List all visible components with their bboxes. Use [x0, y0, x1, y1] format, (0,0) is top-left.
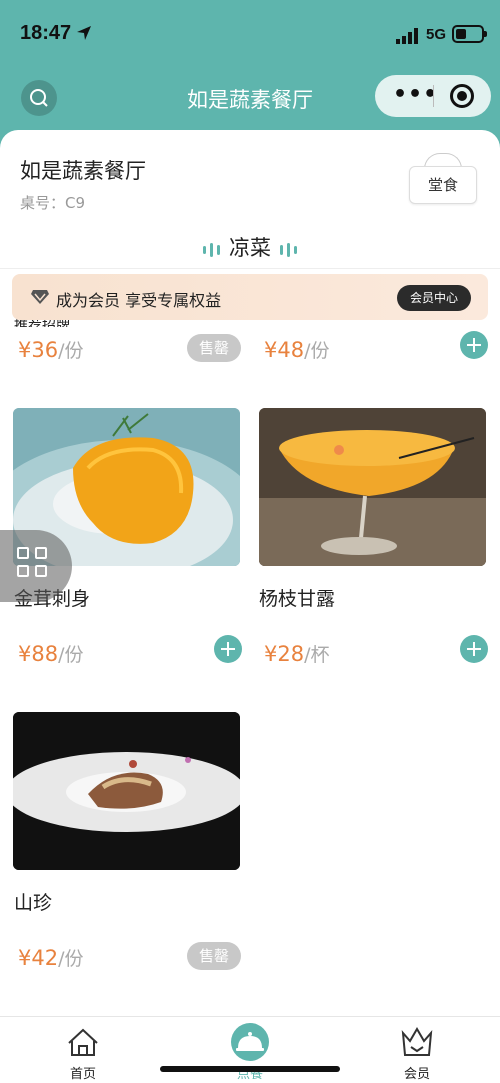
grid-icon	[35, 547, 47, 559]
soldout-badge: 售罄	[187, 334, 241, 362]
mountain-delicacy-photo	[13, 712, 240, 870]
add-to-cart-button[interactable]	[460, 331, 488, 359]
status-time: 18:47	[20, 22, 72, 44]
tab-label: 会员	[403, 1067, 430, 1082]
dish-image[interactable]	[13, 712, 240, 870]
status-bar: 18:47 5G	[0, 0, 500, 70]
more-dots-icon[interactable]: •••	[393, 84, 438, 106]
signal-icon	[396, 28, 418, 44]
add-to-cart-button[interactable]	[460, 635, 488, 663]
dish-name: 杨枝甘露	[259, 588, 336, 610]
grid-icon	[17, 565, 29, 577]
mini-program-capsule: •••	[375, 75, 491, 117]
tab-label: 首页	[69, 1067, 96, 1082]
item-price: ¥28/杯	[264, 642, 330, 666]
crown-icon	[401, 1027, 433, 1056]
section-divider	[0, 268, 500, 269]
tab-home[interactable]: 首页	[33, 1017, 133, 1083]
shop-name: 如是蔬素餐厅	[20, 159, 146, 183]
item-price: ¥36/份	[18, 338, 84, 362]
dine-mode-tag[interactable]: 堂食	[409, 166, 477, 204]
home-indicator	[160, 1066, 340, 1072]
tab-member[interactable]: 会员	[367, 1017, 467, 1083]
dish-cover-icon	[231, 1023, 269, 1061]
member-banner-text: 成为会员 享受专属权益	[56, 291, 222, 310]
grid-icon	[17, 547, 29, 559]
battery-icon	[452, 25, 487, 43]
item-price: ¥48/份	[264, 338, 330, 362]
soldout-badge: 售罄	[187, 942, 241, 970]
table-number: 桌号：C9	[20, 194, 86, 212]
capsule-divider	[433, 85, 434, 107]
mango-sago-photo	[259, 408, 486, 566]
item-price: ¥42/份	[18, 946, 84, 970]
dish-name: 山珍	[14, 892, 53, 914]
grid-icon	[35, 565, 47, 577]
section-bars-left-icon	[201, 237, 222, 261]
item-price: ¥88/份	[18, 642, 84, 666]
section-title: 凉菜	[229, 236, 271, 260]
add-to-cart-button[interactable]	[214, 635, 242, 663]
layout-toggle-button[interactable]	[0, 530, 72, 602]
tab-bar: 首页 点餐 会员	[0, 1016, 500, 1083]
section-header: 凉菜	[0, 232, 500, 262]
tab-order[interactable]: 点餐	[200, 1017, 300, 1083]
network-type: 5G	[426, 26, 447, 43]
target-icon[interactable]	[450, 84, 474, 108]
member-center-button[interactable]: 会员中心	[397, 285, 471, 311]
location-arrow-icon	[77, 26, 91, 40]
dish-image[interactable]	[259, 408, 486, 566]
member-banner[interactable]: 成为会员 享受专属权益 会员中心	[12, 274, 488, 320]
home-icon	[68, 1028, 98, 1056]
diamond-icon	[31, 290, 49, 304]
section-bars-right-icon	[278, 237, 299, 261]
